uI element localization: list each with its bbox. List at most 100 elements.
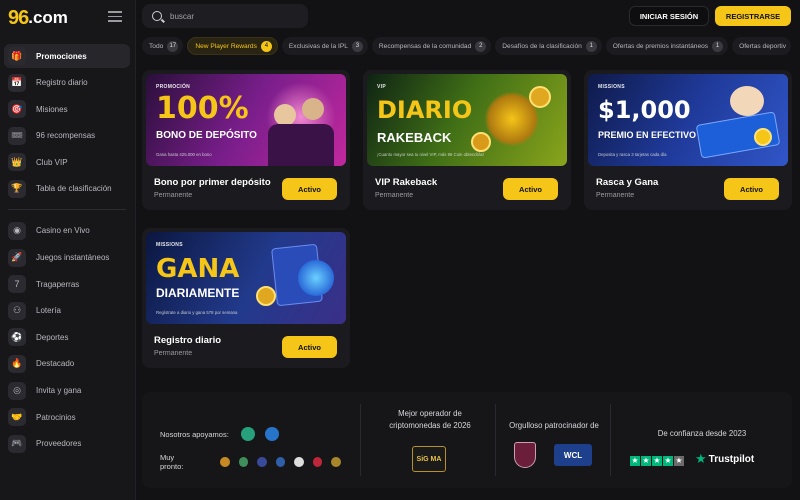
sidebar: 96 .com 🎁 Promociones 📅 Registro diario 🎯 Mis… (0, 0, 136, 500)
award-section: Mejor operador de criptomonedas de 2026 … (368, 404, 492, 476)
activate-button[interactable]: Activo (282, 178, 337, 200)
promo-card-first-deposit[interactable]: PROMOCIÓN 100% BONO DE DEPÓSITO Gana has… (142, 70, 350, 210)
filter-chip[interactable]: Desafíos de la clasificación 1 (495, 37, 602, 55)
bitcoin-icon (219, 457, 230, 467)
register-button[interactable]: REGISTRARSE (715, 6, 791, 26)
gamepad-icon: 🎮 (8, 434, 26, 453)
crypto-support-section: Nosotros apoyamos: Muy pronto: (160, 404, 350, 476)
sidebar-item-soccer-ball[interactable]: ⚽ Deportes (4, 325, 130, 349)
banner-subheadline: PREMIO EN EFECTIVO (598, 130, 697, 140)
search-bar[interactable] (142, 4, 308, 28)
solana-icon (294, 457, 304, 467)
activate-button[interactable]: Activo (724, 178, 779, 200)
filter-chip-count: 17 (167, 40, 179, 52)
sidebar-item-calendar[interactable]: 📅 Registro diario (4, 71, 130, 95)
sidebar-item-mission[interactable]: 🎯 Misiones (4, 97, 130, 121)
promo-banner: MISSIONS GANA DIARIAMENTE Regístrate a d… (146, 232, 346, 324)
card-subtitle: Permanente (154, 350, 193, 357)
flame-icon: 🔥 (8, 354, 26, 373)
promo-card-scratch-win[interactable]: MISSIONS $1,000 PREMIO EN EFECTIVO Depos… (584, 70, 792, 210)
search-icon (152, 11, 162, 21)
ethereum-icon (257, 457, 267, 467)
litecoin-icon (275, 457, 286, 467)
sidebar-item-handshake[interactable]: 🤝 Patrocinios (4, 405, 130, 429)
tron-icon (312, 457, 323, 467)
menu-collapse-icon[interactable] (108, 11, 122, 23)
filter-chip[interactable]: New Player Rewards 4 (187, 37, 278, 55)
sidebar-item-label: 96 recompensas (36, 131, 96, 141)
sidebar-item-label: Tragaperras (36, 279, 80, 289)
sidebar-item-label: Proveedores (36, 439, 82, 449)
filter-chip[interactable]: Recompensas de la comunidad 2 (371, 37, 492, 55)
filter-chip-label: Ofertas deportiv (739, 42, 787, 50)
banner-tag: MISSIONS (598, 84, 625, 90)
banner-headline: GANA (156, 254, 240, 284)
logo-text: .com (28, 8, 68, 27)
sidebar-nav: 🎁 Promociones 📅 Registro diario 🎯 Misiones 🎟 96… (4, 44, 130, 458)
banner-fine-print: Gana hasta 425.000 en bono (156, 152, 212, 157)
sidebar-item-live-casino[interactable]: ◉ Casino en Vivo (4, 219, 130, 243)
lottery-balls-icon: ⚇ (8, 301, 26, 320)
sponsorship-section: Orgulloso patrocinador de WCL (498, 404, 610, 476)
sidebar-item-label: Casino en Vivo (36, 226, 90, 236)
sidebar-item-reward[interactable]: 🎟 96 recompensas (4, 124, 130, 148)
banner-headline: 100% (156, 91, 249, 126)
crown-icon: 👑 (8, 153, 26, 172)
card-title: Rasca y Gana (596, 177, 659, 188)
sidebar-item-label: Promociones (36, 51, 87, 61)
banner-fine-print: ¡Cuanto mayor sea tu nivel VIP, más 96 C… (377, 152, 484, 157)
promo-card-vip-rakeback[interactable]: VIP DIARIO RAKEBACK ¡Cuanto mayor sea tu… (363, 70, 571, 210)
dogecoin-icon (331, 457, 341, 467)
sidebar-item-gift[interactable]: 🎁 Promociones (4, 44, 130, 68)
login-button[interactable]: INICIAR SESIÓN (629, 6, 709, 26)
trophy-icon: 🏆 (8, 179, 26, 198)
sidebar-item-lottery-balls[interactable]: ⚇ Lotería (4, 299, 130, 323)
filter-chip-label: Ofertas de premios instantáneos (612, 42, 709, 50)
sidebar-item-label: Tabla de clasificación (36, 184, 112, 194)
sidebar-item-trophy[interactable]: 🏆 Tabla de clasificación (4, 177, 130, 201)
sidebar-item-invite[interactable]: ◎ Invita y gana (4, 379, 130, 403)
banner-subheadline: BONO DE DEPÓSITO (156, 130, 257, 141)
filter-chip-label: Recompensas de la comunidad (378, 42, 472, 50)
sponsor-label: Orgulloso patrocinador de (509, 421, 599, 430)
sidebar-item-gamepad[interactable]: 🎮 Proveedores (4, 432, 130, 456)
reward-icon: 🎟 (8, 126, 26, 145)
banner-tag: PROMOCIÓN (156, 84, 191, 90)
trust-section: De confianza desde 2023 ★ ★ ★ ★ ★ ★ Trustpil… (620, 404, 784, 476)
sidebar-item-label: Destacado (36, 359, 75, 369)
banner-subheadline: DIARIAMENTE (156, 286, 240, 300)
calendar-icon: 📅 (8, 73, 26, 92)
footer-trust-panel: Nosotros apoyamos: Muy pronto: Mejor ope… (142, 392, 792, 488)
logo-mark: 96 (8, 6, 29, 29)
sidebar-item-label: Lotería (36, 306, 61, 316)
filter-chip-label: Exclusivas de la IPL (288, 42, 348, 50)
club-crest-logo (514, 442, 536, 468)
sidebar-item-crown[interactable]: 👑 Club VIP (4, 150, 130, 174)
sidebar-item-slot-seven[interactable]: 7 Tragaperras (4, 272, 130, 296)
filter-chip[interactable]: Exclusivas de la IPL 3 (281, 37, 368, 55)
activate-button[interactable]: Activo (282, 336, 337, 358)
filter-chip[interactable]: Todo 17 (142, 37, 184, 55)
filter-chip-label: Todo (149, 42, 164, 50)
wcl-logo: WCL (554, 444, 592, 466)
sidebar-item-rocket[interactable]: 🚀 Juegos instantáneos (4, 246, 130, 270)
filter-chip-count: 1 (712, 40, 724, 52)
logo[interactable]: 96 .com (8, 6, 68, 30)
sidebar-item-label: Juegos instantáneos (36, 253, 110, 263)
sidebar-divider (8, 208, 126, 210)
filter-chip[interactable]: Ofertas deportiv (732, 37, 792, 55)
activate-button[interactable]: Activo (503, 178, 558, 200)
banner-headline: DIARIO (377, 96, 473, 124)
promo-card-daily-checkin[interactable]: MISSIONS GANA DIARIAMENTE Regístrate a d… (142, 228, 350, 368)
sidebar-item-flame[interactable]: 🔥 Destacado (4, 352, 130, 376)
live-casino-icon: ◉ (8, 221, 26, 240)
award-line-2: criptomonedas de 2026 (389, 421, 471, 431)
search-input[interactable] (170, 11, 300, 21)
invite-icon: ◎ (8, 381, 26, 400)
app-root: 96 .com 🎁 Promociones 📅 Registro diario 🎯 Mis… (0, 0, 800, 500)
sidebar-item-label: Club VIP (36, 157, 68, 167)
sidebar-item-label: Patrocinios (36, 412, 76, 422)
trust-label: De confianza desde 2023 (657, 429, 747, 438)
filter-chip[interactable]: Ofertas de premios instantáneos 1 (605, 37, 729, 55)
filter-chip-count: 2 (475, 40, 487, 52)
